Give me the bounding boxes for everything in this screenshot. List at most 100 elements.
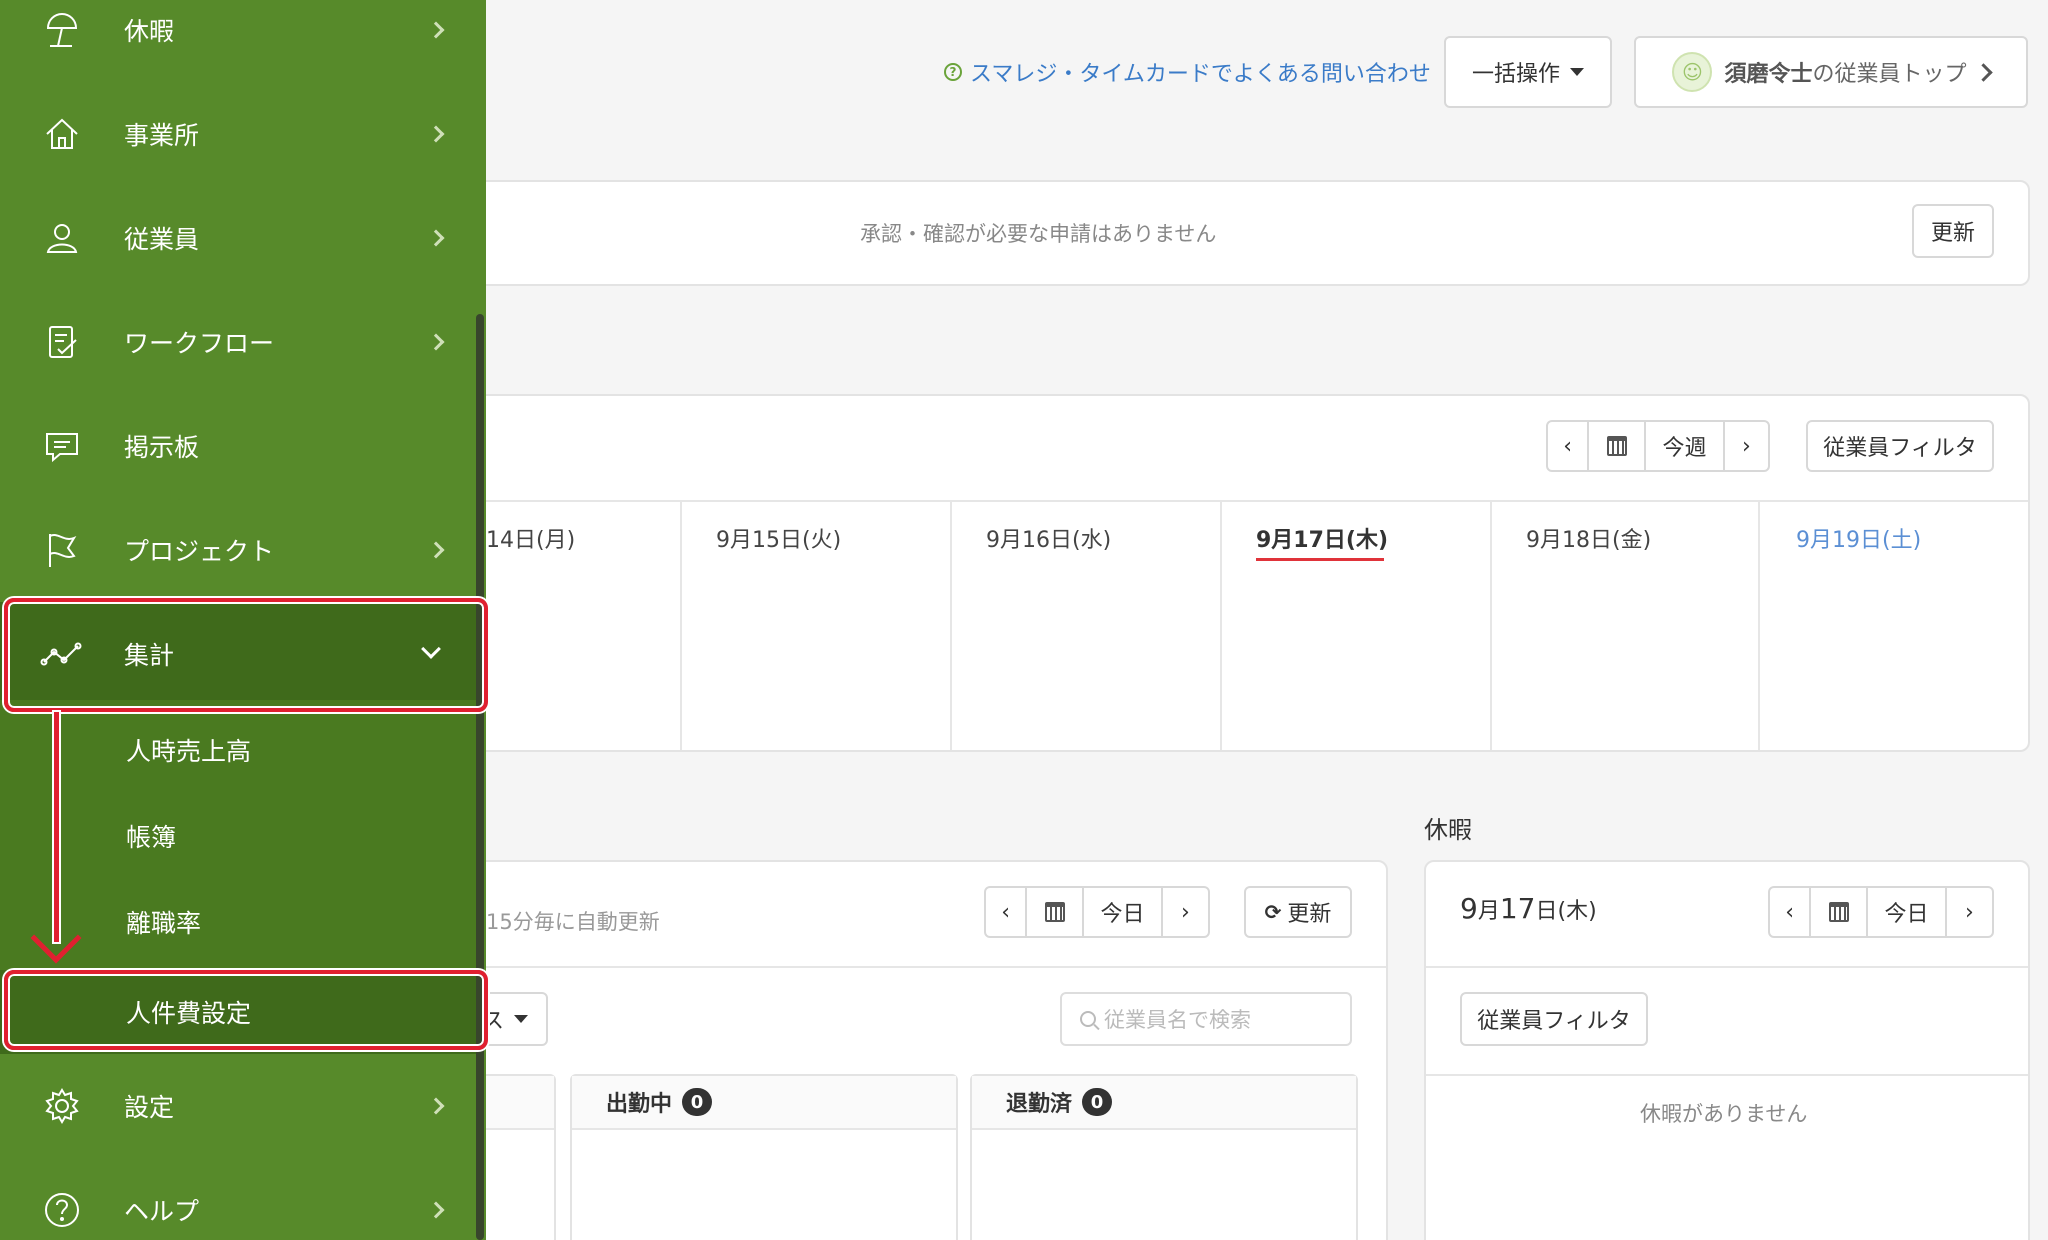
vacation-date-weekday: (木) — [1557, 899, 1597, 924]
attendance-refresh-button[interactable]: ⟳ 更新 — [1244, 886, 1352, 938]
employee-top-button[interactable]: ☺ 須磨令士 の従業員トップ — [1634, 36, 2028, 108]
day-prev-button[interactable]: ‹ — [986, 888, 1028, 936]
day-header: 9月16日(水) — [986, 528, 1112, 553]
vacation-employee-filter-label: 従業員フィルタ — [1477, 1009, 1631, 1034]
faq-link-label: スマレジ・タイムカードでよくある問い合わせ — [970, 62, 1431, 87]
highlight-arrow-line — [54, 712, 59, 942]
day-column-divider — [1220, 500, 1222, 750]
submenu-item-ledger[interactable]: 帳簿 — [0, 794, 476, 878]
highlight-aggregation-box — [4, 598, 488, 712]
sidebar-item-bulletin-board[interactable]: 掲示板 — [0, 394, 476, 498]
home-icon — [40, 112, 84, 156]
week-employee-filter-button[interactable]: 従業員フィルタ — [1806, 420, 1994, 472]
day-next-button[interactable]: › — [1163, 888, 1208, 936]
vacation-empty-message: 休暇がありません — [1640, 1102, 1808, 1126]
vacation-date-day: 17 — [1499, 892, 1536, 925]
day-header: 9月18日(金) — [1526, 528, 1652, 553]
vacation-date: 9月17日(木) — [1460, 892, 1597, 925]
chevron-right-icon — [427, 1201, 445, 1219]
sidebar-item-project[interactable]: プロジェクト — [0, 498, 476, 602]
vacation-date-month-unit: 月 — [1477, 899, 1500, 924]
today-underline — [1256, 558, 1384, 561]
divider — [1426, 966, 2028, 968]
today-button[interactable]: 今日 — [1084, 888, 1163, 936]
submenu-item-turnover-rate[interactable]: 離職率 — [0, 880, 476, 964]
question-circle-icon: ? — [944, 63, 962, 81]
status-column-header: 退勤済 0 — [972, 1076, 1356, 1130]
week-employee-filter-label: 従業員フィルタ — [1823, 436, 1977, 461]
day-column-divider — [1758, 500, 1760, 750]
chevron-right-icon — [1973, 62, 1993, 82]
highlight-labor-cost-box — [4, 970, 488, 1050]
employee-search-input[interactable]: 従業員名で検索 — [1060, 992, 1352, 1046]
attendance-refresh-label: 更新 — [1287, 902, 1332, 927]
vacation-date-day-unit: 日 — [1535, 899, 1558, 924]
sidebar-item-settings[interactable]: 設定 — [0, 1054, 476, 1158]
chevron-right-icon — [427, 229, 445, 247]
sidebar-scrollbar[interactable] — [476, 314, 484, 1240]
smiley-avatar-icon: ☺ — [1672, 52, 1713, 92]
caret-down-icon — [514, 1015, 528, 1023]
vacation-calendar-button[interactable] — [1811, 888, 1869, 936]
submenu-item-sales-per-hour[interactable]: 人時売上高 — [0, 708, 476, 792]
sidebar-item-office[interactable]: 事業所 — [0, 82, 476, 186]
status-column-left: 退勤済 0 — [970, 1074, 1358, 1240]
chevron-right-icon — [427, 21, 445, 39]
faq-link[interactable]: ? スマレジ・タイムカードでよくある問い合わせ — [944, 56, 1431, 88]
chevron-right-icon — [427, 125, 445, 143]
checklist-icon — [40, 320, 84, 364]
divider — [442, 966, 1386, 968]
caret-down-icon — [1570, 68, 1584, 76]
sidebar-item-workflow[interactable]: ワークフロー — [0, 290, 476, 394]
vacation-section-title: 休暇 — [1424, 816, 1472, 844]
left-label: 退勤済 — [1006, 1092, 1073, 1117]
day-navigation: ‹ 今日 › — [984, 886, 1210, 938]
sidebar-item-employees[interactable]: 従業員 — [0, 186, 476, 290]
refresh-icon: ⟳ — [1264, 900, 1282, 924]
chevron-right-icon — [427, 541, 445, 559]
working-count-badge: 0 — [682, 1088, 713, 1116]
day-column-divider — [950, 500, 952, 750]
sidebar-item-label: 休暇 — [124, 17, 175, 46]
auto-refresh-note: 15分毎に自動更新 — [486, 910, 660, 934]
submenu-item-label: 人時売上高 — [126, 737, 252, 766]
sidebar-item-label: 事業所 — [124, 121, 200, 150]
week-navigation: ‹ 今週 › — [1546, 420, 1770, 472]
vacation-employee-filter-button[interactable]: 従業員フィルタ — [1460, 992, 1648, 1046]
status-column-working: 出勤中 0 — [570, 1074, 958, 1240]
search-icon — [1080, 1011, 1096, 1027]
employee-top-suffix: の従業員トップ — [1812, 62, 1967, 87]
this-week-button[interactable]: 今週 — [1646, 422, 1725, 470]
day-column-divider — [1490, 500, 1492, 750]
notice-refresh-label: 更新 — [1930, 221, 1975, 246]
chat-bubble-icon — [40, 424, 84, 468]
week-prev-button[interactable]: ‹ — [1548, 422, 1590, 470]
vacation-day-navigation: ‹ 今日 › — [1768, 886, 1994, 938]
vacation-today-button[interactable]: 今日 — [1868, 888, 1947, 936]
sidebar-item-help[interactable]: ヘルプ — [0, 1158, 476, 1240]
sidebar-item-label: 設定 — [124, 1093, 175, 1122]
weekly-schedule-card — [440, 394, 2030, 752]
search-placeholder: 従業員名で検索 — [1104, 1008, 1251, 1032]
sidebar-item-label: プロジェクト — [124, 537, 275, 566]
day-header: 9月15日(火) — [716, 528, 842, 553]
question-icon — [40, 1188, 84, 1232]
working-label: 出勤中 — [606, 1092, 673, 1117]
beach-umbrella-icon — [40, 8, 84, 52]
left-count-badge: 0 — [1082, 1088, 1113, 1116]
notice-refresh-button[interactable]: 更新 — [1912, 204, 1994, 258]
bulk-operations-button[interactable]: 一括操作 — [1444, 36, 1612, 108]
week-calendar-button[interactable] — [1589, 422, 1647, 470]
vacation-prev-button[interactable]: ‹ — [1770, 888, 1812, 936]
day-header-saturday: 9月19日(土) — [1796, 528, 1922, 553]
chevron-right-icon — [427, 333, 445, 351]
vacation-next-button[interactable]: › — [1947, 888, 1992, 936]
day-header: 14日(月) — [486, 528, 576, 553]
day-calendar-button[interactable] — [1027, 888, 1085, 936]
day-header-today: 9月17日(木) — [1256, 528, 1389, 553]
week-next-button[interactable]: › — [1725, 422, 1768, 470]
sidebar-item-vacation[interactable]: 休暇 — [0, 0, 476, 82]
calendar-icon — [1606, 436, 1627, 456]
employee-name: 須磨令士 — [1724, 62, 1813, 87]
sidebar-item-label: 掲示板 — [124, 433, 200, 462]
